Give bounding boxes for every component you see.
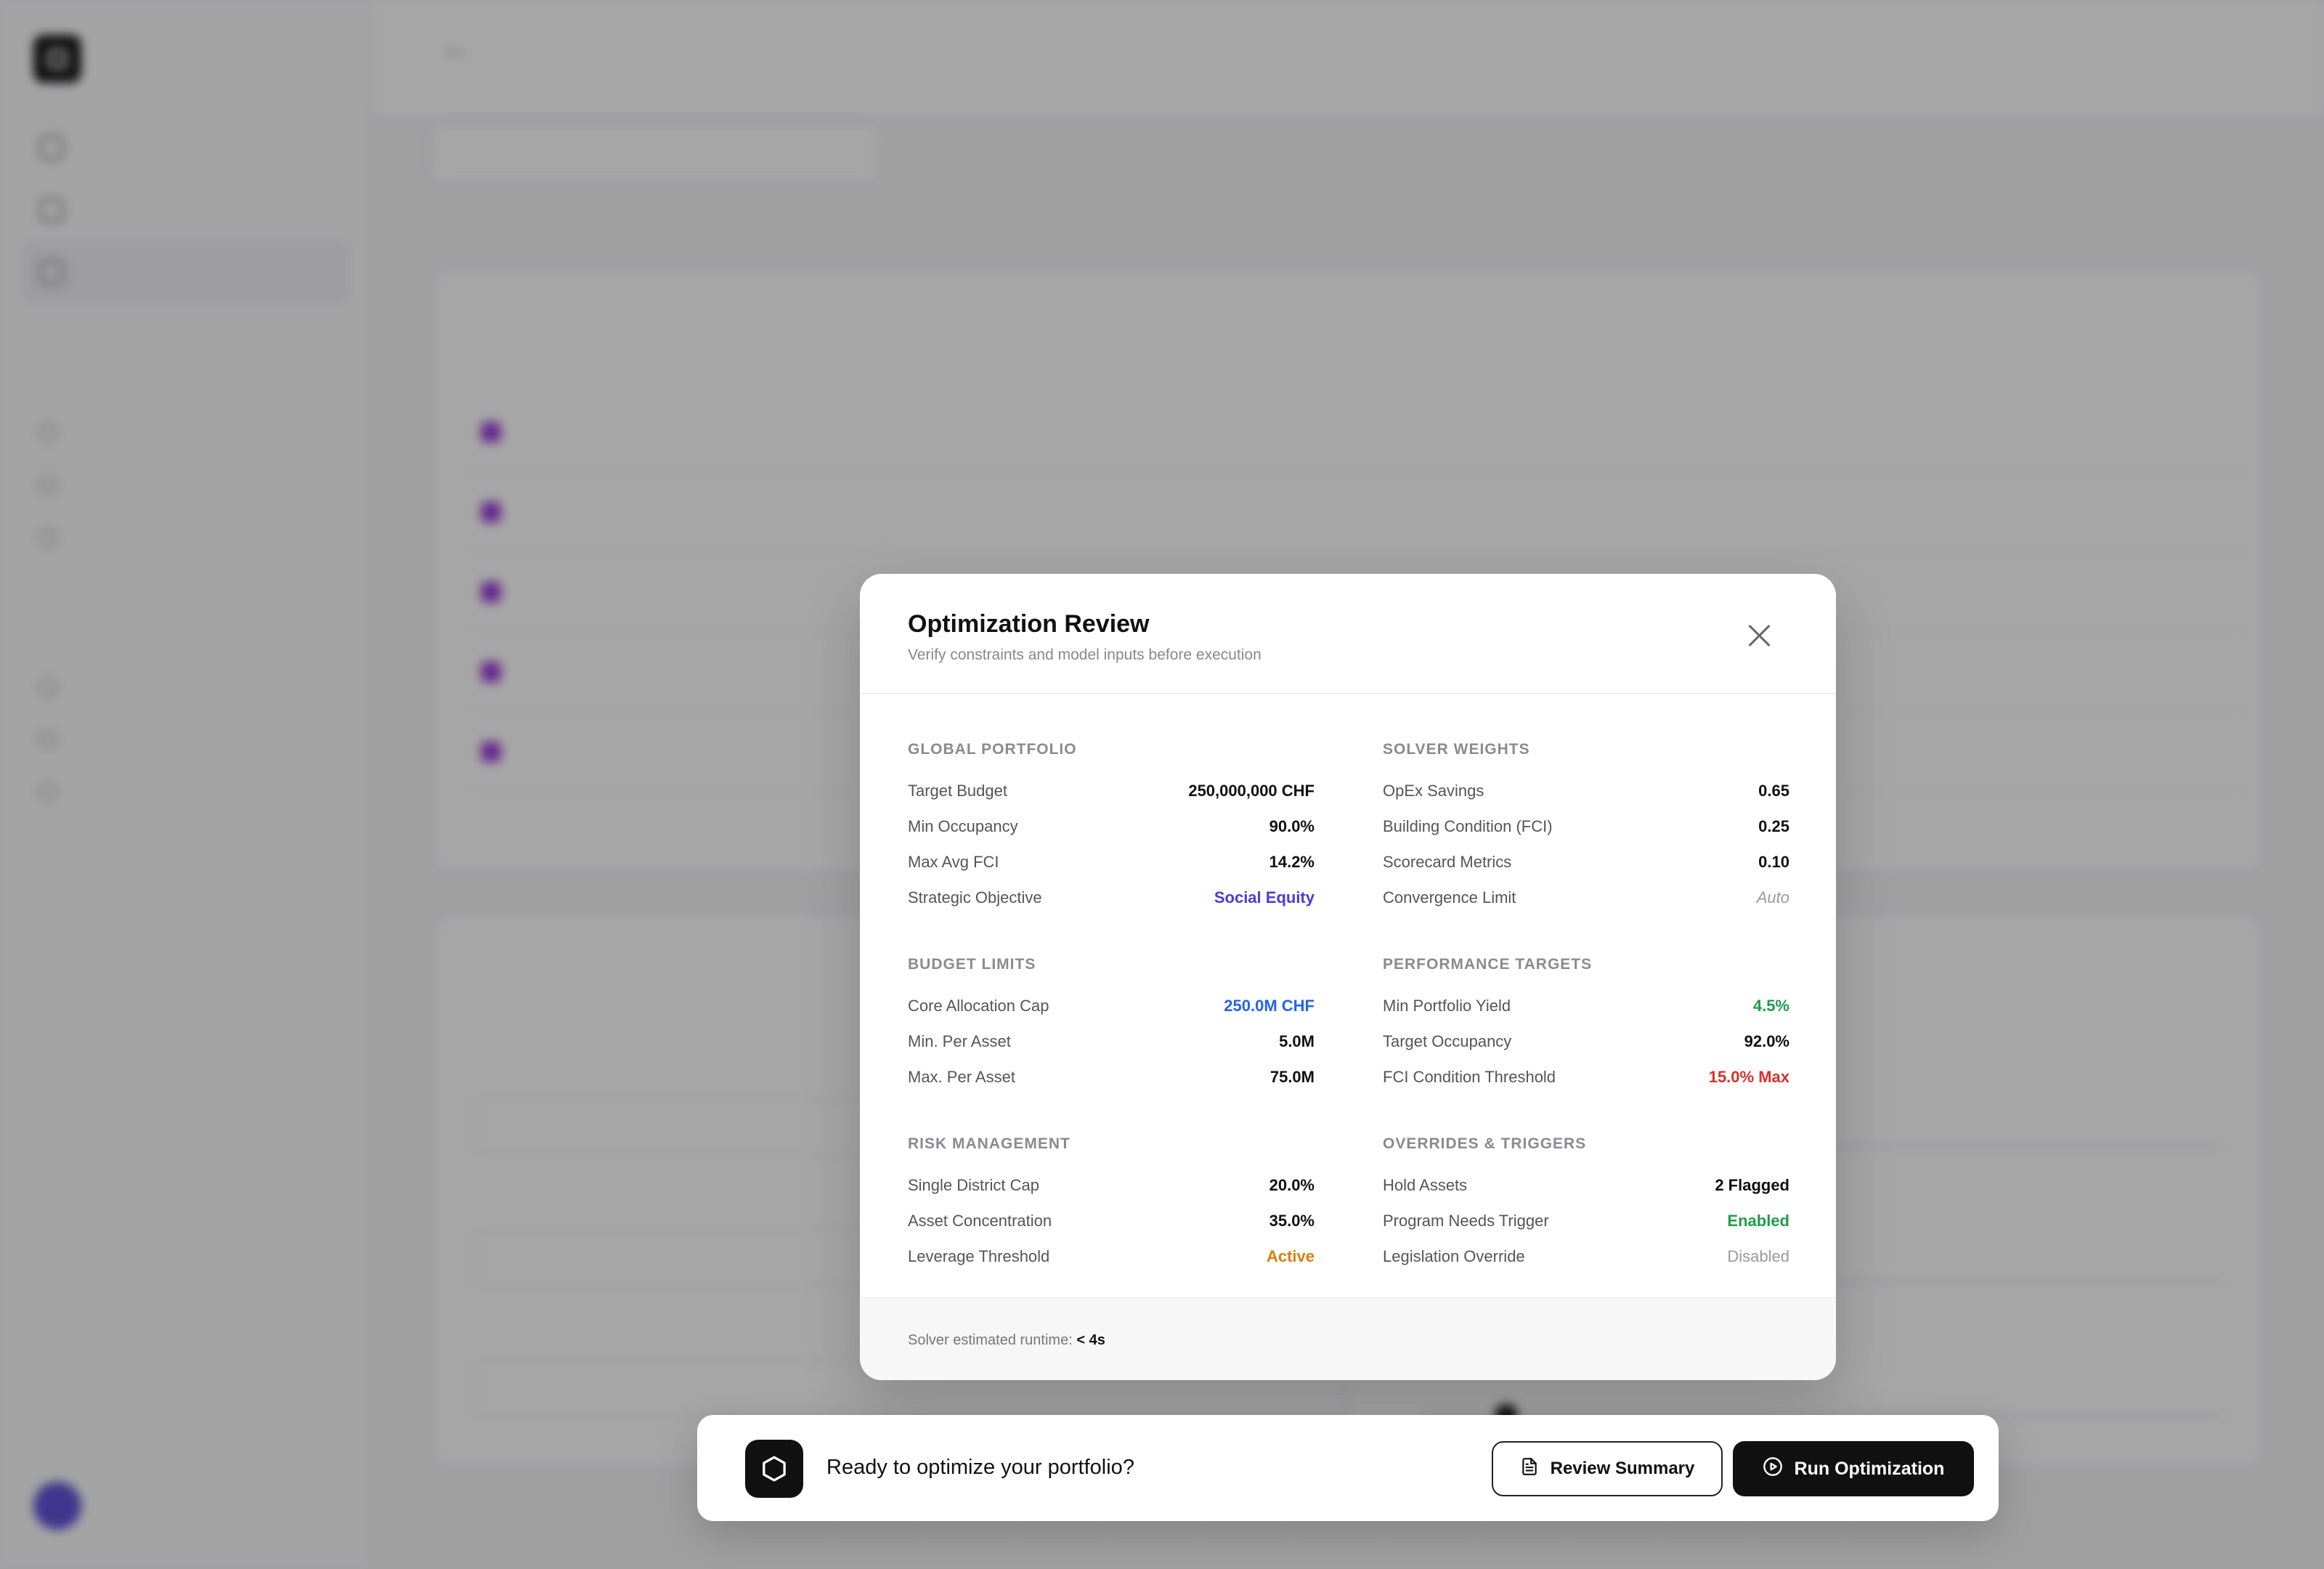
global-portfolio-group: GLOBAL PORTFOLIO Target Budget 250,000,0… <box>908 741 1315 915</box>
row-value: 250.0M CHF <box>1224 996 1315 1015</box>
run-optimization-button[interactable]: Run Optimization <box>1733 1441 1974 1496</box>
row-label: Target Occupancy <box>1383 1031 1512 1050</box>
row-value: 0.65 <box>1758 781 1789 800</box>
row-label: Max. Per Asset <box>908 1067 1015 1086</box>
row-label: Target Budget <box>908 781 1007 800</box>
review-summary-button[interactable]: Review Summary <box>1492 1441 1723 1496</box>
row-value: 5.0M <box>1279 1031 1315 1050</box>
summary-row: Target Occupancy 92.0% <box>1383 1023 1789 1059</box>
row-value: Active <box>1266 1246 1315 1265</box>
row-value: Auto <box>1756 888 1789 907</box>
group-title: BUDGET LIMITS <box>908 956 1036 973</box>
group-title: PERFORMANCE TARGETS <box>1383 956 1593 973</box>
row-label: Strategic Objective <box>908 888 1042 907</box>
run-optimization-label: Run Optimization <box>1794 1458 1945 1479</box>
group-title: RISK MANAGEMENT <box>908 1135 1070 1152</box>
modal-subtitle: Verify constraints and model inputs befo… <box>908 646 1261 663</box>
row-value: 92.0% <box>1744 1031 1789 1050</box>
modal-footer: Solver estimated runtime: < 4s <box>860 1297 1836 1380</box>
document-icon <box>1520 1457 1539 1481</box>
summary-row: Min Portfolio Yield 4.5% <box>1383 988 1789 1023</box>
row-label: Max Avg FCI <box>908 852 999 871</box>
row-label: Min. Per Asset <box>908 1031 1011 1050</box>
optimization-review-modal: Optimization Review Verify constraints a… <box>860 574 1836 1380</box>
solver-weights-group: SOLVER WEIGHTS OpEx Savings 0.65 Buildin… <box>1383 741 1789 915</box>
summary-row: Hold Assets 2 Flagged <box>1383 1167 1789 1203</box>
row-label: Hold Assets <box>1383 1175 1468 1194</box>
hexagon-icon <box>745 1440 803 1498</box>
summary-row: Max. Per Asset 75.0M <box>908 1059 1315 1095</box>
risk-management-group: RISK MANAGEMENT Single District Cap 20.0… <box>908 1135 1315 1274</box>
close-icon[interactable] <box>1743 619 1776 652</box>
summary-row: Min. Per Asset 5.0M <box>908 1023 1315 1059</box>
row-value: 20.0% <box>1269 1175 1315 1194</box>
summary-row: Leverage Threshold Active <box>908 1238 1315 1274</box>
play-circle-icon <box>1763 1456 1783 1482</box>
row-label: Convergence Limit <box>1383 888 1516 907</box>
row-value: 14.2% <box>1269 852 1315 871</box>
budget-limits-group: BUDGET LIMITS Core Allocation Cap 250.0M… <box>908 956 1315 1095</box>
group-title: GLOBAL PORTFOLIO <box>908 741 1077 758</box>
row-label: Building Condition (FCI) <box>1383 816 1553 835</box>
row-label: Min Occupancy <box>908 816 1018 835</box>
summary-row: Target Budget 250,000,000 CHF <box>908 773 1315 808</box>
row-value: 0.10 <box>1758 852 1789 871</box>
modal-header: Optimization Review Verify constraints a… <box>860 574 1836 694</box>
row-value: 250,000,000 CHF <box>1188 781 1315 800</box>
row-label: Core Allocation Cap <box>908 996 1049 1015</box>
group-title: SOLVER WEIGHTS <box>1383 741 1530 758</box>
row-label: OpEx Savings <box>1383 781 1484 800</box>
row-value: 35.0% <box>1269 1211 1315 1230</box>
row-value: 2 Flagged <box>1715 1175 1789 1194</box>
modal-title: Optimization Review <box>908 610 1150 638</box>
summary-row: Asset Concentration 35.0% <box>908 1203 1315 1238</box>
performance-targets-group: PERFORMANCE TARGETS Min Portfolio Yield … <box>1383 956 1789 1095</box>
summary-row: FCI Condition Threshold 15.0% Max <box>1383 1059 1789 1095</box>
row-value: Social Equity <box>1214 888 1315 907</box>
summary-row: Single District Cap 20.0% <box>908 1167 1315 1203</box>
row-label: Leverage Threshold <box>908 1246 1050 1265</box>
group-title: OVERRIDES & TRIGGERS <box>1383 1135 1587 1152</box>
overrides-triggers-group: OVERRIDES & TRIGGERS Hold Assets 2 Flagg… <box>1383 1135 1789 1274</box>
row-value: 90.0% <box>1269 816 1315 835</box>
summary-row: Building Condition (FCI) 0.25 <box>1383 808 1789 844</box>
summary-row: Convergence Limit Auto <box>1383 880 1789 915</box>
review-summary-label: Review Summary <box>1550 1459 1695 1478</box>
row-label: FCI Condition Threshold <box>1383 1067 1556 1086</box>
row-value: 0.25 <box>1758 816 1789 835</box>
row-label: Legislation Override <box>1383 1246 1525 1265</box>
summary-row: OpEx Savings 0.65 <box>1383 773 1789 808</box>
row-label: Program Needs Trigger <box>1383 1211 1549 1230</box>
row-label: Min Portfolio Yield <box>1383 996 1511 1015</box>
modal-left-column: GLOBAL PORTFOLIO Target Budget 250,000,0… <box>908 741 1315 1315</box>
row-value: Enabled <box>1727 1211 1789 1230</box>
row-label: Scorecard Metrics <box>1383 852 1512 871</box>
summary-row: Program Needs Trigger Enabled <box>1383 1203 1789 1238</box>
summary-row: Min Occupancy 90.0% <box>908 808 1315 844</box>
optimize-prompt: Ready to optimize your portfolio? <box>826 1456 1134 1479</box>
runtime-value: < 4s <box>1076 1332 1105 1348</box>
runtime-estimate: Solver estimated runtime: < 4s <box>908 1332 1105 1349</box>
optimize-action-bar: Ready to optimize your portfolio? Review… <box>697 1415 1999 1521</box>
row-value: 15.0% Max <box>1708 1067 1789 1086</box>
summary-row: Max Avg FCI 14.2% <box>908 844 1315 880</box>
row-value: Disabled <box>1727 1246 1789 1265</box>
runtime-label: Solver estimated runtime: <box>908 1332 1073 1348</box>
summary-row: Core Allocation Cap 250.0M CHF <box>908 988 1315 1023</box>
modal-right-column: SOLVER WEIGHTS OpEx Savings 0.65 Buildin… <box>1383 741 1789 1315</box>
summary-row: Scorecard Metrics 0.10 <box>1383 844 1789 880</box>
row-value: 4.5% <box>1752 996 1789 1015</box>
row-label: Single District Cap <box>908 1175 1039 1194</box>
row-value: 75.0M <box>1269 1067 1315 1086</box>
row-label: Asset Concentration <box>908 1211 1052 1230</box>
summary-row: Legislation Override Disabled <box>1383 1238 1789 1274</box>
summary-row: Strategic Objective Social Equity <box>908 880 1315 915</box>
